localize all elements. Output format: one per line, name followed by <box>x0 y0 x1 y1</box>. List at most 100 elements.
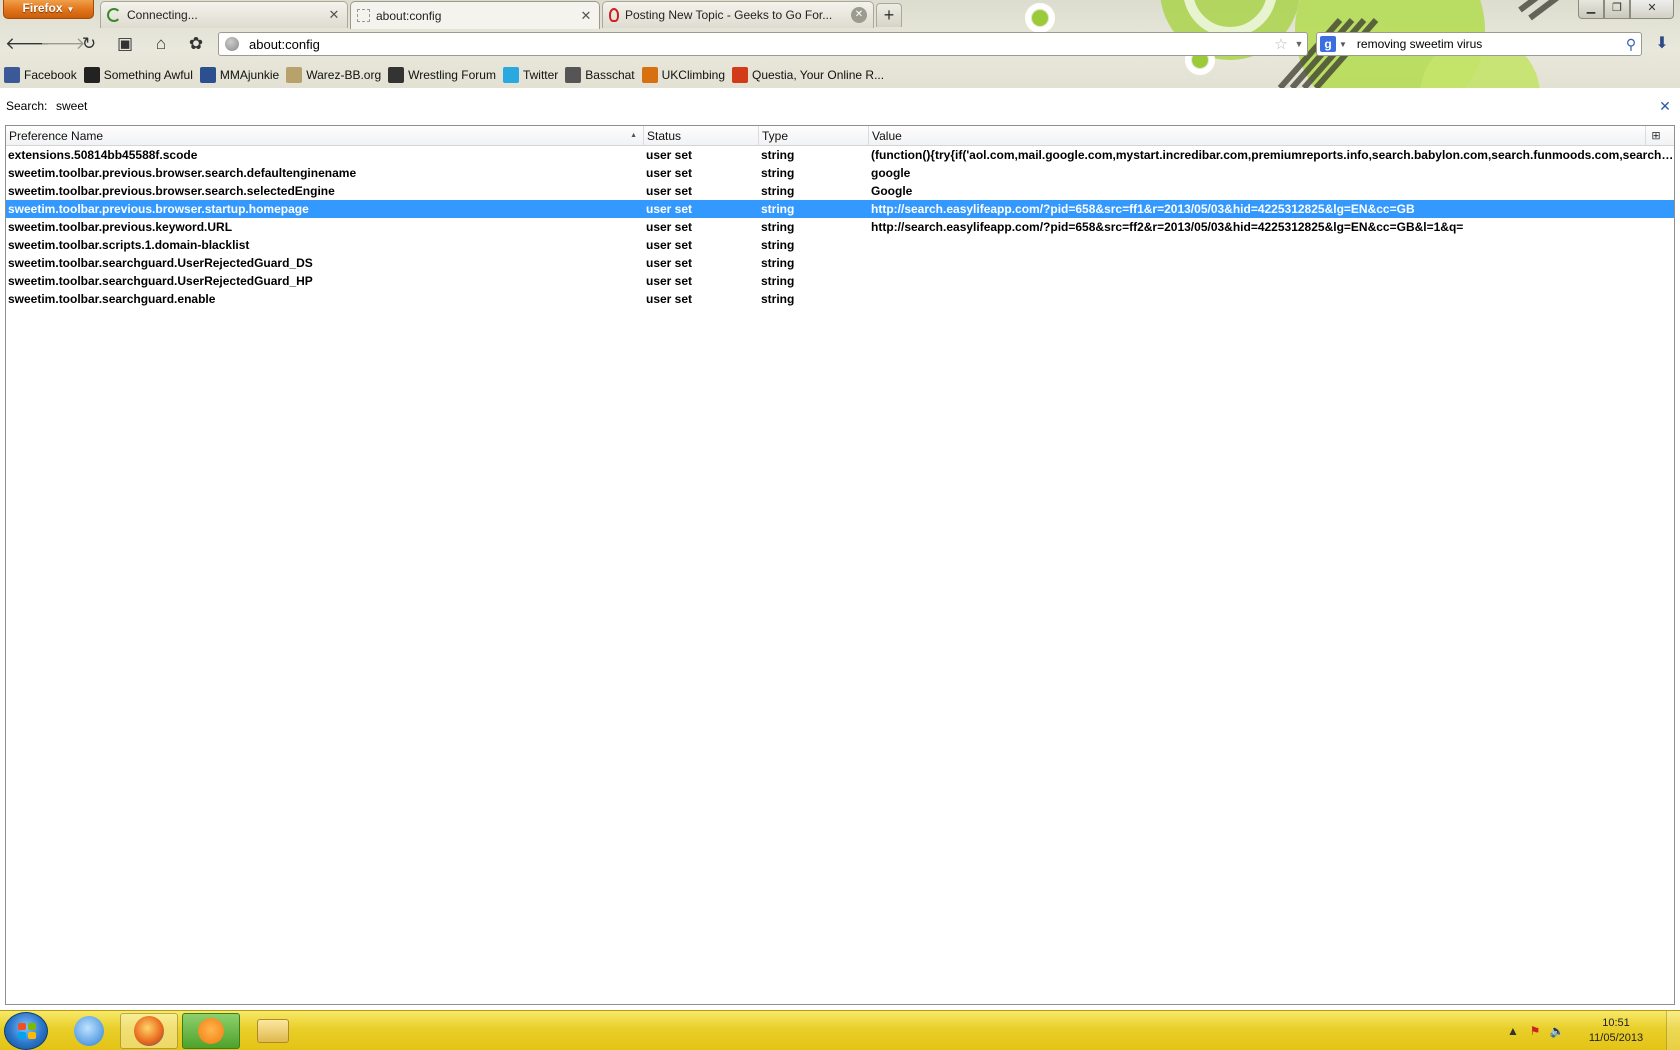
tab-connecting[interactable]: Connecting... ✕ <box>100 1 348 28</box>
preference-status-cell: user set <box>646 220 693 234</box>
bookmarks-button[interactable]: ▣ <box>113 32 137 56</box>
column-headers: Preference Name ▲ Status Type Value ⊞ <box>6 126 1674 146</box>
clock[interactable]: 10:51 11/05/2013 <box>1574 1016 1658 1046</box>
search-icon[interactable]: ⚲ <box>1621 36 1641 53</box>
preference-row[interactable]: sweetim.toolbar.searchguard.enable user s… <box>6 290 1674 308</box>
start-button[interactable] <box>4 1012 48 1050</box>
new-tab-button[interactable]: + <box>876 3 902 27</box>
preference-type-cell: string <box>761 202 795 216</box>
show-desktop-button[interactable] <box>1666 1011 1680 1050</box>
column-header-value[interactable]: Value <box>869 126 1646 146</box>
column-header-name[interactable]: Preference Name ▲ <box>6 126 644 146</box>
tab-geeks-to-go[interactable]: Posting New Topic - Geeks to Go For... ✕ <box>602 1 874 28</box>
navigation-toolbar: 🡐 🡒 ↻ ▣ ⌂ ✿ about:config ☆ ▼ g ▼ removin… <box>0 28 1680 60</box>
minimize-button[interactable]: ▁ <box>1578 0 1604 19</box>
preference-status-cell: user set <box>646 256 693 270</box>
sort-ascending-icon: ▲ <box>630 132 637 139</box>
url-bar[interactable]: about:config ☆ ▼ <box>218 32 1308 56</box>
preferences-tree: Preference Name ▲ Status Type Value ⊞ ex… <box>5 125 1675 1005</box>
reload-button[interactable]: ↻ <box>77 32 101 56</box>
column-header-status[interactable]: Status <box>644 126 759 146</box>
loading-spinner-icon <box>107 8 121 22</box>
clear-icon[interactable]: ✕ <box>1655 98 1675 115</box>
bookmark-item[interactable]: Something Awful <box>83 66 193 83</box>
search-label: Search: <box>6 99 48 113</box>
preference-status-cell: user set <box>646 274 693 288</box>
preference-value-cell <box>869 272 1674 290</box>
chevron-down-icon[interactable]: ▼ <box>1339 40 1347 49</box>
action-center-flag-icon[interactable]: ⚑ <box>1524 1024 1546 1038</box>
taskbar-explorer[interactable] <box>244 1013 302 1049</box>
tab-about-config[interactable]: about:config ✕ <box>350 1 600 29</box>
bookmark-item[interactable]: Twitter <box>502 66 558 83</box>
bookmark-item[interactable]: Basschat <box>565 66 635 83</box>
preference-type-cell: string <box>761 184 795 198</box>
taskbar-avast[interactable] <box>182 1013 240 1049</box>
preference-name-cell: sweetim.toolbar.previous.keyword.URL <box>8 220 233 234</box>
back-button[interactable]: 🡐 <box>5 32 51 56</box>
warez-icon <box>286 66 303 83</box>
preference-row[interactable]: sweetim.toolbar.previous.browser.search.… <box>6 164 1674 182</box>
preference-value-cell: google <box>871 166 911 180</box>
bookmark-item[interactable]: Wrestling Forum <box>388 66 496 83</box>
grenade-icon <box>83 66 100 83</box>
preference-row[interactable]: extensions.50814bb45588f.scode user set st… <box>6 146 1674 164</box>
avast-icon <box>198 1018 224 1044</box>
site-identity-icon[interactable] <box>225 37 239 51</box>
preference-row[interactable]: sweetim.toolbar.scripts.1.domain-blackli… <box>6 236 1674 254</box>
close-icon[interactable]: ✕ <box>327 7 341 23</box>
bookmark-item[interactable]: UKClimbing <box>641 66 725 83</box>
tab-title: Connecting... <box>127 8 198 22</box>
preference-value-cell <box>869 290 1674 308</box>
clock-date: 11/05/2013 <box>1588 1032 1644 1044</box>
taskbar-itunes[interactable] <box>60 1013 118 1049</box>
bookmark-item[interactable]: Warez-BB.org <box>286 66 381 83</box>
preference-name-cell: sweetim.toolbar.previous.browser.search.… <box>8 184 335 198</box>
windows-taskbar: ▲ ⚑ 🔈 10:51 11/05/2013 <box>0 1010 1680 1050</box>
search-input[interactable]: removing sweetim virus <box>1357 37 1621 51</box>
window-close-button[interactable]: ✕ <box>1630 0 1674 19</box>
preference-row[interactable]: sweetim.toolbar.searchguard.UserRejected… <box>6 254 1674 272</box>
forward-button[interactable]: 🡒 <box>40 32 86 56</box>
addon-toolbar-icon[interactable]: ✿ <box>184 32 208 56</box>
preference-row[interactable]: sweetim.toolbar.previous.browser.startup… <box>6 200 1674 218</box>
volume-icon[interactable]: 🔈 <box>1546 1024 1568 1038</box>
show-hidden-icons-icon[interactable]: ▲ <box>1502 1024 1524 1038</box>
preference-type-cell: string <box>761 166 795 180</box>
bookmark-item[interactable]: MMAjunkie <box>199 66 280 83</box>
preference-status-cell: user set <box>646 202 693 216</box>
bookmark-item[interactable]: Questia, Your Online R... <box>732 66 885 83</box>
column-header-label: Status <box>647 129 682 143</box>
bookmark-star-icon[interactable]: ☆ <box>1271 35 1291 53</box>
column-header-type[interactable]: Type <box>759 126 869 146</box>
search-bar[interactable]: g ▼ removing sweetim virus ⚲ <box>1316 32 1642 56</box>
bookmark-item[interactable]: Facebook <box>4 66 77 83</box>
preference-name-cell: sweetim.toolbar.scripts.1.domain-blackli… <box>8 238 250 252</box>
chevron-down-icon[interactable]: ▼ <box>1291 39 1307 49</box>
preference-row[interactable]: sweetim.toolbar.previous.browser.search.… <box>6 182 1674 200</box>
bookmark-label: Basschat <box>585 67 635 82</box>
download-icon[interactable]: ⬇ <box>1650 33 1674 55</box>
preference-type-cell: string <box>761 274 795 288</box>
firefox-menu-label: Firefox <box>22 1 63 15</box>
taskbar-firefox[interactable] <box>120 1013 178 1049</box>
window-controls: ▁ ❐ ✕ <box>1578 0 1674 19</box>
bookmark-label: Questia, Your Online R... <box>752 67 885 82</box>
preference-value-cell <box>869 254 1674 272</box>
preference-row[interactable]: sweetim.toolbar.searchguard.UserRejected… <box>6 272 1674 290</box>
tab-strip: Connecting... ✕ about:config ✕ Posting N… <box>100 1 902 29</box>
firefox-menu-button[interactable]: Firefox ▼ <box>3 0 94 19</box>
preference-name-cell: sweetim.toolbar.searchguard.enable <box>8 292 216 306</box>
restore-button[interactable]: ❐ <box>1604 0 1630 19</box>
google-icon[interactable]: g <box>1320 36 1336 52</box>
bookmark-label: MMAjunkie <box>219 67 280 82</box>
home-button[interactable]: ⌂ <box>149 32 173 56</box>
close-icon[interactable]: ✕ <box>579 8 593 24</box>
column-picker-icon[interactable]: ⊞ <box>1646 126 1666 145</box>
close-icon[interactable]: ✕ <box>851 7 867 23</box>
preference-status-cell: user set <box>646 184 693 198</box>
bookmark-label: Facebook <box>24 67 77 82</box>
config-filter-input[interactable] <box>54 95 1655 117</box>
preference-row[interactable]: sweetim.toolbar.previous.keyword.URL user… <box>6 218 1674 236</box>
geeks-to-go-icon <box>609 8 619 22</box>
